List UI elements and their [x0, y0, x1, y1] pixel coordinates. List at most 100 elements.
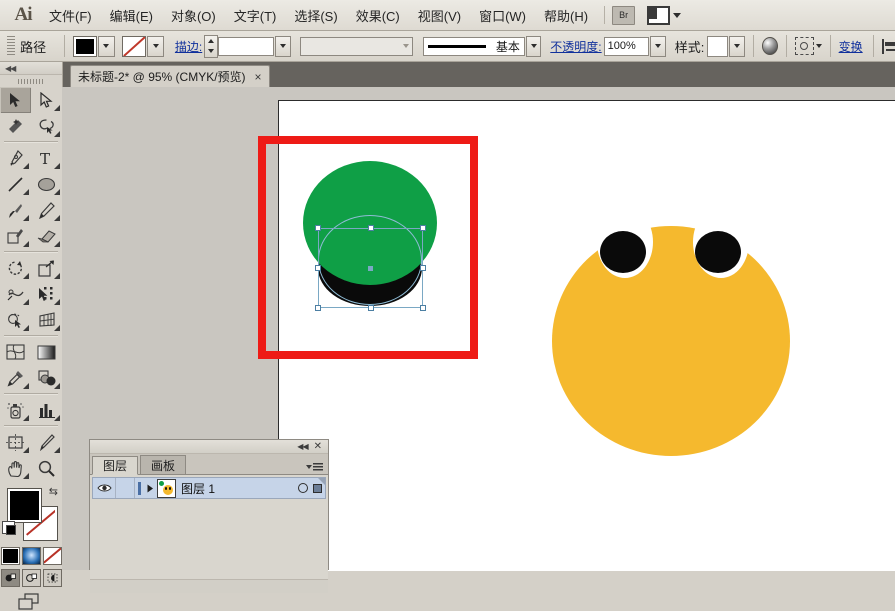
menu-window[interactable]: 窗口(W)	[470, 2, 535, 29]
handle-middle-right	[420, 265, 426, 271]
menu-view[interactable]: 视图(V)	[409, 2, 470, 29]
divider	[64, 35, 65, 57]
arrange-documents-button[interactable]	[647, 5, 682, 25]
brush-definition-select[interactable]: 基本	[423, 36, 525, 56]
tools-panel-grip[interactable]	[0, 75, 62, 87]
draw-normal-button[interactable]	[0, 569, 20, 587]
slice-tool[interactable]	[31, 429, 62, 455]
opacity-label[interactable]: 不透明度:	[550, 38, 601, 55]
pen-tool[interactable]	[0, 145, 31, 171]
eyedropper-tool[interactable]	[0, 365, 31, 391]
artboard-tool[interactable]	[0, 429, 31, 455]
stroke-color-control[interactable]	[122, 35, 165, 57]
swap-fill-stroke-icon[interactable]: ⇆	[49, 487, 58, 498]
handle-bottom-right	[420, 305, 426, 311]
fill-swatch[interactable]	[72, 35, 97, 57]
tab-layers[interactable]: 图层	[92, 456, 139, 475]
ellipse-tool[interactable]	[31, 171, 62, 197]
stroke-swatch[interactable]	[122, 35, 147, 57]
control-bar-grip[interactable]	[7, 36, 16, 56]
layers-panel-footer	[90, 579, 328, 593]
tools-panel-header[interactable]: ◀◀	[0, 62, 62, 75]
paintbrush-tool[interactable]	[0, 197, 31, 223]
eye-icon[interactable]	[93, 483, 115, 493]
none-color-button[interactable]	[42, 547, 62, 565]
left-pupil[interactable]	[600, 231, 646, 273]
shape-builder-tool[interactable]	[0, 307, 31, 333]
draw-inside-button[interactable]	[42, 569, 62, 587]
transform-link[interactable]: 变换	[839, 38, 863, 55]
graphic-style-swatch[interactable]	[707, 35, 729, 57]
line-segment-tool[interactable]	[0, 171, 31, 197]
opacity-input[interactable]: 100%	[603, 36, 650, 56]
width-tool[interactable]	[0, 281, 31, 307]
layer-row[interactable]: 图层 1	[92, 477, 326, 499]
collapse-icon[interactable]: ◀◀	[297, 442, 308, 451]
yellow-face[interactable]	[552, 226, 790, 456]
graphic-style-dropdown[interactable]	[729, 35, 745, 57]
lasso-tool[interactable]	[31, 113, 62, 139]
menu-help[interactable]: 帮助(H)	[535, 2, 597, 29]
stroke-weight-input[interactable]	[217, 36, 275, 56]
gradient-tool[interactable]	[31, 339, 62, 365]
direct-selection-tool[interactable]	[31, 87, 62, 113]
document-tab[interactable]: 未标题-2* @ 95% (CMYK/预览) ×	[70, 65, 270, 87]
close-icon[interactable]: ×	[255, 71, 262, 83]
close-icon[interactable]: ✕	[314, 441, 322, 452]
panel-menu-icon[interactable]	[306, 463, 323, 471]
tools-divider-1	[4, 141, 58, 143]
blend-tool[interactable]	[31, 365, 62, 391]
eraser-tool[interactable]	[31, 223, 62, 249]
layer-color-bar	[134, 478, 143, 498]
fill-dropdown-button[interactable]	[97, 35, 115, 57]
isolate-selection-button[interactable]	[794, 37, 822, 55]
divider-4	[829, 35, 831, 57]
toolbar-fill-swatch[interactable]	[7, 488, 42, 523]
mesh-tool[interactable]	[0, 339, 31, 365]
tab-artboards[interactable]: 画板	[140, 455, 187, 474]
target-circle-icon[interactable]	[298, 483, 308, 493]
collapse-icon[interactable]: ◀◀	[5, 64, 16, 73]
blob-brush-tool[interactable]	[0, 223, 31, 249]
scale-tool[interactable]	[31, 255, 62, 281]
solid-color-button[interactable]	[0, 547, 20, 565]
fill-color-control[interactable]	[72, 35, 115, 57]
default-fill-stroke-icon[interactable]	[2, 521, 16, 535]
menu-effect[interactable]: 效果(C)	[347, 2, 409, 29]
pencil-tool[interactable]	[31, 197, 62, 223]
stroke-weight-stepper[interactable]	[204, 34, 218, 58]
bridge-button[interactable]: Br	[612, 5, 636, 25]
right-pupil[interactable]	[695, 231, 741, 273]
column-graph-tool[interactable]	[31, 397, 62, 423]
align-icon[interactable]	[881, 38, 895, 54]
free-transform-tool[interactable]	[31, 281, 62, 307]
screen-mode-control[interactable]	[0, 593, 62, 611]
stroke-weight-dropdown[interactable]	[275, 35, 291, 57]
perspective-grid-tool[interactable]	[31, 307, 62, 333]
symbol-sprayer-tool[interactable]	[0, 397, 31, 423]
triangle-right-icon[interactable]	[143, 484, 157, 493]
gradient-button[interactable]	[21, 547, 41, 565]
layer-name[interactable]: 图层 1	[181, 480, 215, 497]
opacity-dropdown-button[interactable]	[650, 35, 666, 57]
stroke-dropdown-button[interactable]	[147, 35, 165, 57]
draw-behind-button[interactable]	[21, 569, 41, 587]
zoom-tool[interactable]	[31, 455, 62, 481]
rotate-tool[interactable]	[0, 255, 31, 281]
layer-list-empty-area[interactable]	[92, 499, 326, 577]
stroke-profile-select[interactable]	[299, 36, 413, 56]
brush-dropdown-button[interactable]	[525, 35, 542, 57]
hand-tool[interactable]	[0, 455, 31, 481]
stroke-weight-label[interactable]: 描边:	[175, 38, 202, 55]
selection-tool[interactable]	[0, 87, 31, 113]
menu-select[interactable]: 选择(S)	[285, 2, 346, 29]
menu-object[interactable]: 对象(O)	[162, 2, 225, 29]
magic-wand-tool[interactable]	[0, 113, 31, 139]
type-tool[interactable]: T	[31, 145, 62, 171]
layers-panel-titlebar[interactable]: ◀◀ ✕	[90, 440, 328, 454]
menu-edit[interactable]: 编辑(E)	[101, 2, 162, 29]
appearance-icon[interactable]	[761, 37, 778, 55]
menu-file[interactable]: 文件(F)	[40, 2, 101, 29]
menu-type[interactable]: 文字(T)	[225, 2, 286, 29]
lock-toggle[interactable]	[115, 478, 134, 498]
